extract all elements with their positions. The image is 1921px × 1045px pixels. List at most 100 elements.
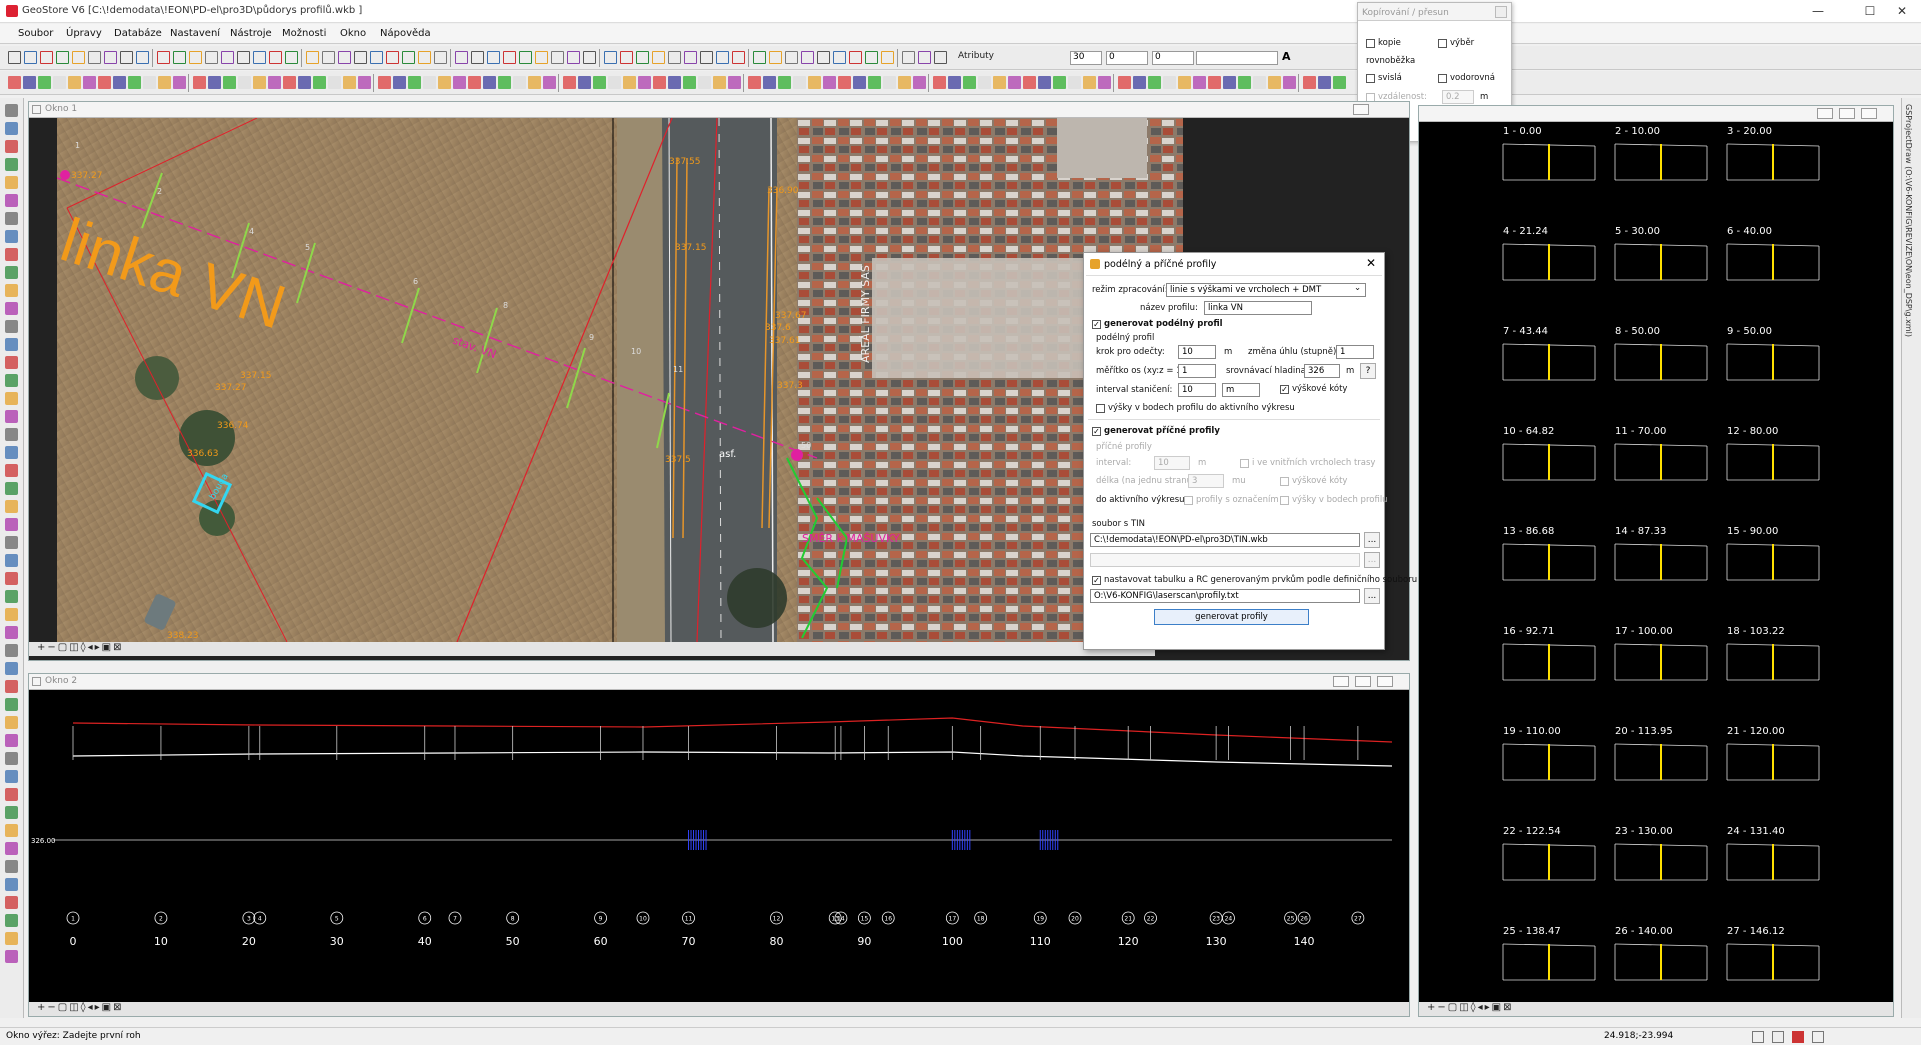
longitudinal-profile[interactable]: 326.001 2 3 4 5 6 7 8 9 10 11 12 1314 15 16 17 18 19 20 21 2… <box>29 690 1409 1004</box>
tool-icon[interactable] <box>567 51 580 64</box>
symbol-icon[interactable] <box>1333 76 1346 89</box>
tool-icon[interactable] <box>370 51 383 64</box>
left-tool-icon[interactable] <box>5 752 18 765</box>
left-tool-icon[interactable] <box>5 698 18 711</box>
symbol-icon[interactable] <box>238 76 251 89</box>
okno-1-minimize[interactable] <box>1353 104 1369 115</box>
left-tool-icon[interactable] <box>5 572 18 585</box>
cursor-icon[interactable] <box>1812 1031 1824 1043</box>
copy-panel-close-icon[interactable] <box>1495 6 1507 18</box>
left-tool-icon[interactable] <box>5 878 18 891</box>
symbol-icon[interactable] <box>513 76 526 89</box>
tool-icon[interactable] <box>306 51 319 64</box>
tool-icon[interactable] <box>849 51 862 64</box>
menu-databaze[interactable]: Databáze <box>114 28 162 39</box>
symbol-icon[interactable] <box>1163 76 1176 89</box>
tool-icon[interactable] <box>934 51 947 64</box>
p-vyskove-koty-checkbox[interactable] <box>1280 477 1289 486</box>
tool-icon[interactable] <box>24 51 37 64</box>
symbol-icon[interactable] <box>948 76 961 89</box>
style-select-1[interactable]: 0 <box>1106 51 1148 65</box>
tool-icon[interactable] <box>173 51 186 64</box>
symbol-icon[interactable] <box>1193 76 1206 89</box>
symbol-icon[interactable] <box>1068 76 1081 89</box>
symbol-icon[interactable] <box>653 76 666 89</box>
p-interval-input[interactable]: 10 <box>1154 456 1190 470</box>
menu-moznosti[interactable]: Možnosti <box>282 28 326 39</box>
cross-panel-maximize[interactable] <box>1839 108 1855 119</box>
tool-icon[interactable] <box>386 51 399 64</box>
symbol-icon[interactable] <box>1053 76 1066 89</box>
symbol-icon[interactable] <box>1133 76 1146 89</box>
left-tool-icon[interactable] <box>5 806 18 819</box>
left-tool-icon[interactable] <box>5 446 18 459</box>
tool-icon[interactable] <box>769 51 782 64</box>
tool-icon[interactable] <box>354 51 367 64</box>
symbol-icon[interactable] <box>868 76 881 89</box>
symbol-icon[interactable] <box>623 76 636 89</box>
symbol-icon[interactable] <box>23 76 36 89</box>
tool-icon[interactable] <box>684 51 697 64</box>
symbol-icon[interactable] <box>328 76 341 89</box>
symbol-icon[interactable] <box>158 76 171 89</box>
tool-icon[interactable] <box>418 51 431 64</box>
symbol-icon[interactable] <box>528 76 541 89</box>
tool-icon[interactable] <box>620 51 633 64</box>
tool-icon[interactable] <box>487 51 500 64</box>
def-file-input[interactable]: O:\V6-KONFIG\laserscan\profily.txt <box>1090 589 1360 603</box>
symbol-icon[interactable] <box>193 76 206 89</box>
tool-icon[interactable] <box>519 51 532 64</box>
menu-nastaveni[interactable]: Nastavení <box>170 28 220 39</box>
symbol-icon[interactable] <box>853 76 866 89</box>
symbol-icon[interactable] <box>838 76 851 89</box>
tool-icon[interactable] <box>205 51 218 64</box>
tool-icon[interactable] <box>668 51 681 64</box>
krok-input[interactable]: 10 <box>1178 345 1216 359</box>
symbol-icon[interactable] <box>1178 76 1191 89</box>
vysky-v-bodech-checkbox[interactable] <box>1280 496 1289 505</box>
tool-icon[interactable] <box>732 51 745 64</box>
left-tool-icon[interactable] <box>5 518 18 531</box>
tool-icon[interactable] <box>221 51 234 64</box>
symbol-icon[interactable] <box>1238 76 1251 89</box>
left-tool-icon[interactable] <box>5 608 18 621</box>
symbol-icon[interactable] <box>748 76 761 89</box>
tool-icon[interactable] <box>700 51 713 64</box>
symbol-icon[interactable] <box>483 76 496 89</box>
tool-icon[interactable] <box>104 51 117 64</box>
symbol-icon[interactable] <box>1268 76 1281 89</box>
left-tool-icon[interactable] <box>5 662 18 675</box>
tool-icon[interactable] <box>583 51 596 64</box>
tool-icon[interactable] <box>551 51 564 64</box>
okno-1-zoom-controls[interactable]: +−▢◫◊◂▸▣⊠ <box>37 642 123 653</box>
symbol-icon[interactable] <box>283 76 296 89</box>
tool-icon[interactable] <box>833 51 846 64</box>
symbol-icon[interactable] <box>113 76 126 89</box>
minimize-button[interactable]: — <box>1800 2 1836 20</box>
symbol-icon[interactable] <box>343 76 356 89</box>
symbol-icon[interactable] <box>1008 76 1021 89</box>
tool-icon[interactable] <box>8 51 21 64</box>
browse-def-button[interactable]: ... <box>1364 588 1380 604</box>
tool-icon[interactable] <box>322 51 335 64</box>
atributy-button[interactable]: Atributy <box>958 51 994 61</box>
left-tool-icon[interactable] <box>5 770 18 783</box>
symbol-icon[interactable] <box>143 76 156 89</box>
vodorovna-checkbox[interactable] <box>1438 74 1447 83</box>
zmena-input[interactable]: 1 <box>1336 345 1374 359</box>
tool-icon[interactable] <box>455 51 468 64</box>
soubor-tin-input[interactable]: C:\!demodata\!EON\PD-el\pro3D\TIN.wkb <box>1090 533 1360 547</box>
menu-napoveda[interactable]: Nápověda <box>380 28 431 39</box>
okno-2-minimize[interactable] <box>1333 676 1349 687</box>
symbol-icon[interactable] <box>593 76 606 89</box>
left-tool-icon[interactable] <box>5 896 18 909</box>
symbol-icon[interactable] <box>1208 76 1221 89</box>
symbol-icon[interactable] <box>53 76 66 89</box>
left-tool-icon[interactable] <box>5 860 18 873</box>
left-tool-icon[interactable] <box>5 230 18 243</box>
left-tool-icon[interactable] <box>5 284 18 297</box>
vyskove-koty-checkbox[interactable]: ✓ <box>1280 385 1289 394</box>
symbol-icon[interactable] <box>933 76 946 89</box>
symbol-icon[interactable] <box>1083 76 1096 89</box>
symbol-icon[interactable] <box>468 76 481 89</box>
